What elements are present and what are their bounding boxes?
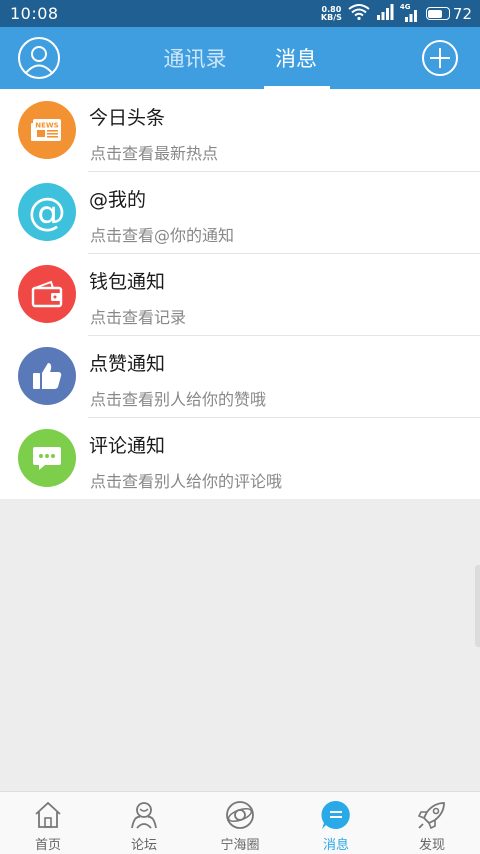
message-subtitle: 点击查看别人给你的评论哦 [90,472,283,491]
battery-icon [425,7,450,20]
message-title: 钱包通知 [89,271,166,293]
nav-item-ninghai-circle[interactable]: 宁海圈 [192,792,288,854]
message-item-likes[interactable]: 点赞通知 点击查看别人给你的赞哦 [0,335,480,417]
status-indicators: 0.80 KB/S 4G 72 [320,3,472,24]
tab-contacts[interactable]: 通讯录 [150,27,240,89]
message-icon [319,798,353,832]
add-button[interactable] [422,40,458,76]
comment-icon [18,429,76,487]
nav-label: 宁海圈 [220,838,260,853]
side-handle[interactable] [475,565,480,647]
message-title: 今日头条 [89,107,166,129]
forum-icon [127,798,161,832]
nav-item-forum[interactable]: 论坛 [96,792,192,854]
message-title: 点赞通知 [89,353,166,375]
message-item-comments[interactable]: 评论通知 点击查看别人给你的评论哦 [0,417,480,499]
message-subtitle: 点击查看别人给你的赞哦 [90,390,267,409]
nav-item-messages[interactable]: 消息 [288,792,384,854]
message-subtitle: 点击查看@你的通知 [90,226,235,245]
user-icon [24,46,54,75]
circle-icon [223,798,257,832]
message-title: 评论通知 [89,435,166,457]
home-icon [31,798,65,832]
svg-text:NEWS: NEWS [35,122,58,130]
rocket-icon [415,798,449,832]
nav-label: 论坛 [130,838,157,853]
news-icon: NEWS [18,101,76,159]
nav-item-home[interactable]: 首页 [0,792,96,854]
message-subtitle: 点击查看最新热点 [90,144,219,163]
message-item-mentions[interactable]: @ @我的 点击查看@你的通知 [0,171,480,253]
at-icon: @ [18,183,76,241]
tab-messages[interactable]: 消息 [262,27,330,89]
avatar-button[interactable] [18,37,60,79]
message-list: NEWS 今日头条 点击查看最新热点 @ @我的 点击查看@你的通知 钱包通知 … [0,89,480,499]
message-item-wallet[interactable]: 钱包通知 点击查看记录 [0,253,480,335]
wallet-icon [18,265,76,323]
battery-fill [428,9,443,18]
wifi-icon [348,3,370,24]
battery-indicator: 72 [425,4,472,23]
cell-signal-4g-icon: 4G [400,3,420,22]
app-header: 通讯录 消息 [0,27,480,89]
cell-signal-icon [376,3,394,24]
message-subtitle: 点击查看记录 [90,308,187,327]
status-time: 10:08 [10,4,59,23]
thumbs-up-icon [18,347,76,405]
nav-item-discover[interactable]: 发现 [384,792,480,854]
bottom-nav: 首页 论坛 宁海圈 消息 发现 [0,791,480,854]
nav-label: 发现 [418,838,445,853]
message-item-news[interactable]: NEWS 今日头条 点击查看最新热点 [0,89,480,171]
nav-label: 首页 [34,838,61,853]
status-bar: 10:08 0.80 KB/S 4G 72 [0,0,480,27]
network-speed: 0.80 KB/S [320,4,342,22]
battery-level: 72 [452,4,472,23]
nav-label: 消息 [322,838,349,853]
message-title: @我的 [89,189,147,211]
